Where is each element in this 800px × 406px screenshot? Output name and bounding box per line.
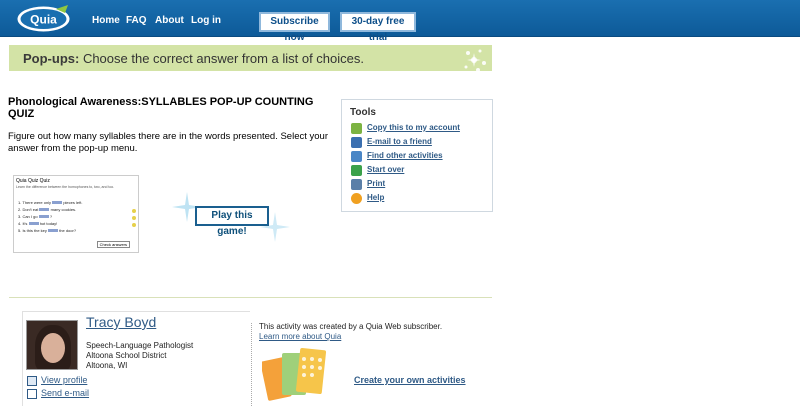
activity-description: Figure out how many syllables there are …: [8, 131, 328, 154]
thumbnail-line: 3. Can I go ?: [18, 214, 52, 219]
thumbnail-line-text: 1. There were only: [18, 200, 52, 205]
profile-icon: [27, 376, 37, 386]
free-trial-button[interactable]: 30-day free trial: [340, 12, 416, 43]
thumbnail-check-button: Check answers: [96, 241, 130, 248]
thumbnail-line-text: 5. Is this the key: [18, 228, 47, 233]
thumbnail-title: Quia Quiz Quiz: [16, 178, 50, 184]
thumbnail-dot-icon: [132, 209, 136, 213]
nav-faq[interactable]: FAQ: [126, 15, 147, 26]
tool-label[interactable]: Print: [367, 179, 385, 188]
thumbnail-select: [38, 215, 49, 219]
start-over-icon: [351, 165, 362, 176]
tools-heading: Tools: [350, 107, 376, 118]
author-name-link[interactable]: Tracy Boyd: [86, 314, 156, 330]
tool-label[interactable]: Help: [367, 193, 384, 202]
thumbnail-line-tail: many cookies.: [50, 207, 77, 212]
nav-home[interactable]: Home: [92, 15, 120, 26]
activity-type-banner: Pop-ups: Choose the correct answer from …: [9, 45, 492, 72]
author-location: Altoona, WI: [86, 361, 128, 370]
thumbnail-line: 2. Don't eat many cookies.: [18, 207, 76, 212]
thumbnail-line: 5. Is this the key the door?: [18, 228, 76, 233]
tools-panel: Tools Copy this to my account E-mail to …: [341, 99, 493, 212]
thumbnail-select: [52, 201, 63, 205]
top-navigation-bar: Quia Home FAQ About Log in Subscribe now…: [0, 0, 800, 43]
help-icon: [351, 193, 362, 204]
print-icon: [351, 179, 362, 190]
thumbnail-line-tail: the door?: [59, 228, 77, 233]
learn-more-link[interactable]: Learn more about Quia: [259, 332, 341, 341]
svg-text:Quia: Quia: [30, 13, 57, 27]
nav-about[interactable]: About: [155, 15, 184, 26]
email-icon: [27, 389, 37, 399]
thumbnail-dot-icon: [132, 223, 136, 227]
activity-preview-thumbnail: Quia Quiz Quiz Learn the difference betw…: [13, 175, 139, 253]
thumbnail-line-text: 3. Can I go: [18, 214, 38, 219]
thumbnail-subtitle: Learn the difference between the homopho…: [16, 185, 115, 189]
thumbnail-line: 4. It's hot today!: [18, 221, 57, 226]
banner-text: Pop-ups: Choose the correct answer from …: [23, 51, 364, 66]
thumbnail-select: [28, 222, 39, 226]
thumbnail-line-tail: ?: [49, 214, 53, 219]
thumbnail-line-tail: hot today!: [39, 221, 58, 226]
author-role: Speech-Language Pathologist: [86, 341, 194, 350]
tool-label[interactable]: Start over: [367, 165, 404, 174]
nav-log-in[interactable]: Log in: [191, 15, 221, 26]
view-profile-link[interactable]: View profile: [41, 375, 87, 385]
section-divider: [9, 297, 492, 298]
thumbnail-select: [48, 229, 59, 233]
copy-icon: [351, 123, 362, 134]
thumbnail-line: 1. There were only pieces left.: [18, 200, 82, 205]
subscribe-button[interactable]: Subscribe now: [259, 12, 330, 43]
activity-cards-icon: [262, 347, 327, 401]
create-activities-link[interactable]: Create your own activities: [354, 375, 466, 385]
thumbnail-dot-icon: [132, 216, 136, 220]
avatar: [26, 320, 78, 370]
banner-description: Choose the correct answer from a list of…: [79, 51, 365, 66]
play-game-button[interactable]: Play this game!: [195, 206, 269, 237]
tool-label[interactable]: Find other activities: [367, 151, 443, 160]
email-friend-icon: [351, 137, 362, 148]
banner-type: Pop-ups:: [23, 51, 80, 66]
subscriber-note: This activity was created by a Quia Web …: [259, 322, 443, 331]
quia-logo[interactable]: Quia: [16, 4, 71, 33]
tool-label[interactable]: Copy this to my account: [367, 123, 460, 132]
avatar-face: [41, 333, 65, 363]
vertical-divider: [251, 323, 252, 406]
find-icon: [351, 151, 362, 162]
thumbnail-line-text: 4. It's: [18, 221, 28, 226]
send-email-link[interactable]: Send e-mail: [41, 388, 89, 398]
author-organization: Altoona School District: [86, 351, 167, 360]
tool-label[interactable]: E-mail to a friend: [367, 137, 432, 146]
thumbnail-select: [39, 208, 50, 212]
thumbnail-line-text: 2. Don't eat: [18, 207, 39, 212]
activity-title: Phonological Awareness:SYLLABLES POP-UP …: [8, 96, 314, 120]
sparkle-decoration-icon: [464, 49, 486, 72]
thumbnail-line-tail: pieces left.: [63, 200, 83, 205]
